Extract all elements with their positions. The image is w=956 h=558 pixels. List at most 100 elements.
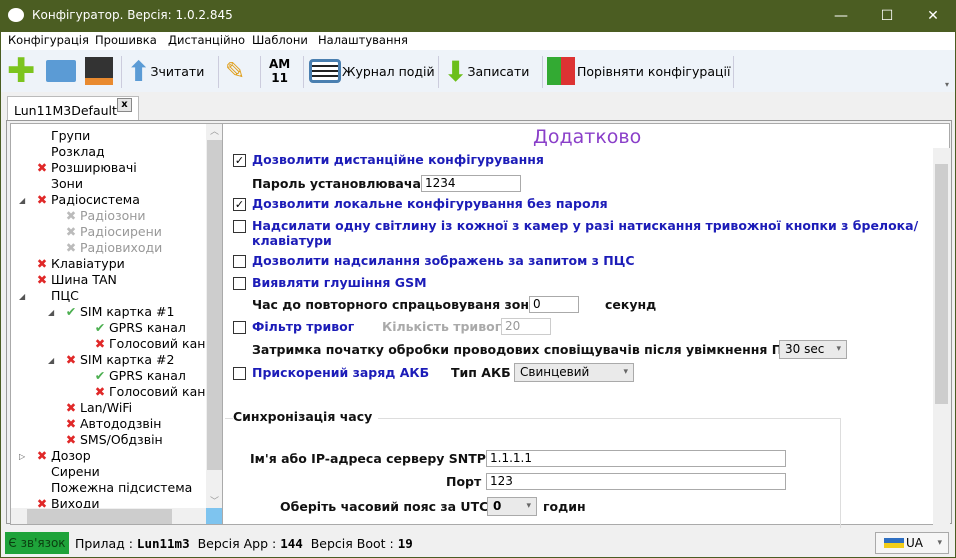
menu-settings[interactable]: Налаштування (318, 33, 408, 47)
local-config-checkbox[interactable]: ✓ (233, 198, 246, 211)
expanded-arrow-icon[interactable]: ◢ (19, 289, 25, 305)
expanded-arrow-icon[interactable]: ◢ (48, 353, 54, 369)
menu-firmware[interactable]: Прошивка (95, 33, 157, 47)
tree-item[interactable]: ✖ Радіозони (64, 208, 146, 224)
tab-close-button[interactable]: x (117, 98, 132, 112)
remote-config-label: Дозволити дистанційне конфігурування (252, 152, 544, 167)
expanded-arrow-icon[interactable]: ◢ (48, 305, 54, 321)
sntp-input[interactable]: 1.1.1.1 (486, 450, 786, 467)
tree-item[interactable]: ◢ ✖ Радіосистема (19, 192, 140, 208)
installer-password-input[interactable]: 1234 (421, 175, 521, 192)
tree-item[interactable]: Зони (35, 176, 83, 192)
main-vertical-scrollbar[interactable] (933, 148, 950, 525)
tree-item[interactable]: ✖ Lan/WiFi (64, 400, 132, 416)
error-x-icon: ✖ (36, 256, 48, 271)
chevron-down-icon: ▾ (937, 538, 942, 548)
new-config-button[interactable]: ✚ (7, 51, 36, 91)
tree-item[interactable]: Групи (35, 128, 90, 144)
tree-item[interactable]: ◢ ✖ SIM картка #2 (48, 352, 174, 368)
tree-item[interactable]: ✖ Радіосирени (64, 224, 162, 240)
close-window-button[interactable]: ✕ (910, 0, 956, 32)
toolbar-overflow-icon[interactable]: ▾ (945, 80, 949, 89)
chevron-down-icon: ▾ (836, 344, 841, 354)
time-sync-title: Синхронізація часу (233, 409, 379, 424)
tree-item-label: Lan/WiFi (80, 400, 133, 415)
tree-item[interactable]: ✖ SMS/Обдзвін (64, 432, 163, 448)
zone-retrigger-label: Час до повторного спрацьовуваня зони (252, 297, 538, 312)
ukraine-flag-icon (884, 538, 904, 548)
alarm-count-input[interactable]: 20 (501, 318, 551, 335)
port-input[interactable]: 123 (486, 473, 786, 490)
compare-docs-icon (547, 57, 575, 85)
tree-item-label: GPRS канал (109, 320, 186, 335)
timezone-select[interactable]: 0 ▾ (487, 497, 537, 516)
tree-item-label: Групи (51, 128, 91, 143)
send-photo-checkbox[interactable] (233, 220, 246, 233)
tree-vertical-scrollbar[interactable]: ︿ ﹀ (206, 124, 223, 508)
tree-item[interactable]: ◢ ✔ SIM картка #1 (48, 304, 174, 320)
tree-item[interactable]: ✖ Радіовиходи (64, 240, 163, 256)
battery-type-label: Тип АКБ (451, 365, 511, 380)
zone-retrigger-input[interactable]: 0 (529, 296, 579, 313)
event-log-button[interactable]: Журнал подій (309, 54, 435, 88)
connection-status-badge: Є зв'язок (5, 532, 69, 554)
save-button[interactable] (85, 54, 113, 88)
tree-item-label: Клавіатури (51, 256, 125, 271)
language-select[interactable]: UA ▾ (875, 532, 949, 554)
wired-delay-label: Затримка початку обробки проводових спов… (252, 342, 803, 357)
wired-delay-select[interactable]: 30 sec ▾ (779, 340, 847, 359)
edit-button[interactable]: ✎ (225, 54, 245, 88)
tree-item-label: Розширювачі (51, 160, 137, 175)
tree-item[interactable]: Розклад (35, 144, 105, 160)
app-logo-icon (8, 8, 24, 22)
download-arrow-icon: ⬇ (444, 54, 468, 88)
title-bar: Конфігуратор. Версія: 1.0.2.845 — ☐ ✕ (0, 0, 956, 32)
tree-item-label: Сирени (51, 464, 100, 479)
remote-config-checkbox[interactable]: ✓ (233, 154, 246, 167)
error-x-icon: ✖ (36, 272, 48, 287)
tree-item[interactable]: ✖ Розширювачі (35, 160, 137, 176)
error-x-icon: ✖ (65, 432, 77, 447)
maximize-button[interactable]: ☐ (864, 0, 910, 32)
timezone-label: Оберіть часовий пояс за UTC (280, 499, 489, 514)
tree-item[interactable]: ✔ GPRS канал (93, 320, 186, 336)
collapsed-arrow-icon[interactable]: ▷ (19, 449, 25, 465)
tree-item[interactable]: ✖ Голосовий канал (93, 384, 221, 400)
battery-type-select[interactable]: Свинцевий ▾ (514, 363, 634, 382)
tree-item[interactable]: ✖ Шина TAN (35, 272, 117, 288)
minimize-button[interactable]: — (818, 0, 864, 32)
fast-charge-checkbox[interactable] (233, 367, 246, 380)
tree-horizontal-scrollbar[interactable] (11, 508, 206, 524)
allow-images-checkbox[interactable] (233, 255, 246, 268)
folder-icon (46, 60, 76, 82)
tree-item[interactable]: ✖ Клавіатури (35, 256, 125, 272)
tree-item[interactable]: ✖ Автододзвін (64, 416, 162, 432)
tree-item[interactable]: Пожежна підсистема (35, 480, 192, 496)
menu-configuration[interactable]: Конфігурація (8, 33, 89, 47)
tree-item[interactable]: ▷ ✖ Дозор (19, 448, 91, 464)
tree-item[interactable]: Сирени (35, 464, 100, 480)
open-button[interactable] (46, 54, 76, 88)
tree-item-label: SMS/Обдзвін (80, 432, 163, 447)
settings-panel: Додатково ✓ Дозволити дистанційне конфіг… (222, 123, 950, 528)
alarm-filter-checkbox[interactable] (233, 321, 246, 334)
status-bar: Є зв'язок Прилад : Lun11m3 Версія App : … (1, 529, 955, 557)
expanded-arrow-icon[interactable]: ◢ (19, 193, 25, 209)
menu-remote[interactable]: Дистанційно (168, 33, 245, 47)
gsm-jamming-checkbox[interactable] (233, 277, 246, 290)
write-button[interactable]: ⬇ Записати (444, 54, 529, 88)
check-icon: ✔ (94, 320, 106, 335)
am11-button[interactable]: AM 11 (269, 54, 290, 88)
toolbar: ✚ ⬆ Зчитати ✎ AM 11 Журнал подій ⬇ Записати… (1, 50, 955, 92)
plus-icon: ✚ (7, 51, 36, 91)
menu-templates[interactable]: Шаблони (252, 33, 308, 47)
tree-item[interactable]: ✔ GPRS канал (93, 368, 186, 384)
read-button[interactable]: ⬆ Зчитати (127, 54, 204, 88)
tree-item-label: Розклад (51, 144, 105, 159)
tree-item-label: GPRS канал (109, 368, 186, 383)
error-x-icon: ✖ (65, 224, 77, 239)
tree-item[interactable]: ◢ ПЦС (19, 288, 79, 304)
compare-button[interactable]: Порівняти конфігурації (547, 54, 730, 88)
tree-item[interactable]: ✖ Голосовий канал (93, 336, 221, 352)
gsm-jamming-label: Виявляти глушіння GSM (252, 275, 427, 290)
